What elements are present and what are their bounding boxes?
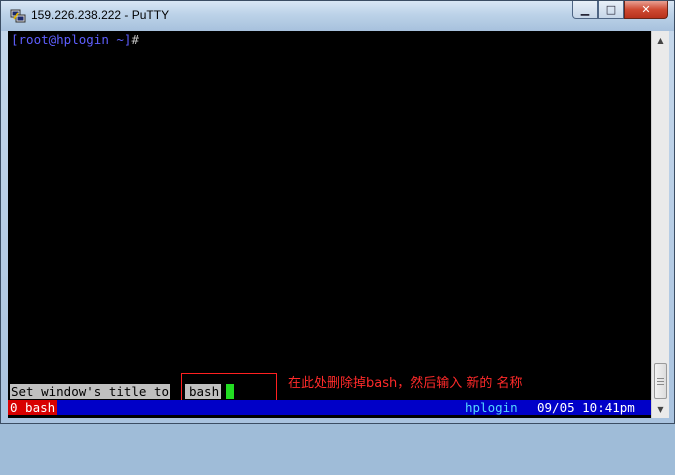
minimize-button[interactable]: ▁ [572, 1, 598, 19]
putty-window: 159.226.238.222 - PuTTY ▁ □ ✕ [root@hplo… [0, 0, 675, 424]
terminal-client-area: [root@hplogin ~]# Set window's title to … [8, 31, 669, 418]
grip-line [657, 381, 664, 382]
status-datetime: 09/05 10:41pm [537, 400, 635, 415]
vertical-scrollbar[interactable]: ▲ ▼ [651, 31, 669, 418]
close-button[interactable]: ✕ [624, 1, 668, 19]
shell-prompt: [root@hplogin ~]# [11, 33, 139, 47]
screen-status-bar: 0 bash hplogin 09/05 10:41pm [8, 400, 651, 415]
rename-prompt-label: Set window's title to [10, 384, 171, 399]
maximize-icon: □ [605, 3, 617, 16]
grip-line [657, 384, 664, 385]
annotation-text: 在此处删除掉bash，然后输入 新的 名称 [288, 376, 523, 391]
scroll-up-button[interactable]: ▲ [653, 32, 668, 48]
putty-icon [10, 9, 26, 23]
prompt-user-host: root@hplogin [18, 32, 109, 47]
arrow-down-icon: ▼ [657, 404, 664, 414]
title-bar[interactable]: 159.226.238.222 - PuTTY ▁ □ ✕ [1, 1, 674, 31]
prompt-path: ~ [108, 32, 124, 47]
scrollbar-thumb[interactable] [654, 363, 667, 399]
grip-line [657, 378, 664, 379]
terminal-screen[interactable]: [root@hplogin ~]# Set window's title to … [8, 31, 651, 418]
status-hostname: hplogin [465, 400, 518, 415]
arrow-up-icon: ▲ [657, 35, 664, 45]
maximize-button[interactable]: □ [598, 1, 624, 19]
window-controls: ▁ □ ✕ [572, 1, 668, 21]
scroll-down-button[interactable]: ▼ [653, 401, 668, 417]
window-tab-active[interactable]: 0 bash [8, 400, 58, 415]
prompt-hash: # [131, 32, 139, 47]
close-icon: ✕ [641, 3, 651, 16]
annotation-highlight-box [181, 373, 277, 403]
prompt-open-bracket: [ [11, 32, 19, 47]
window-title: 159.226.238.222 - PuTTY [31, 8, 170, 22]
minimize-icon: ▁ [580, 3, 590, 16]
